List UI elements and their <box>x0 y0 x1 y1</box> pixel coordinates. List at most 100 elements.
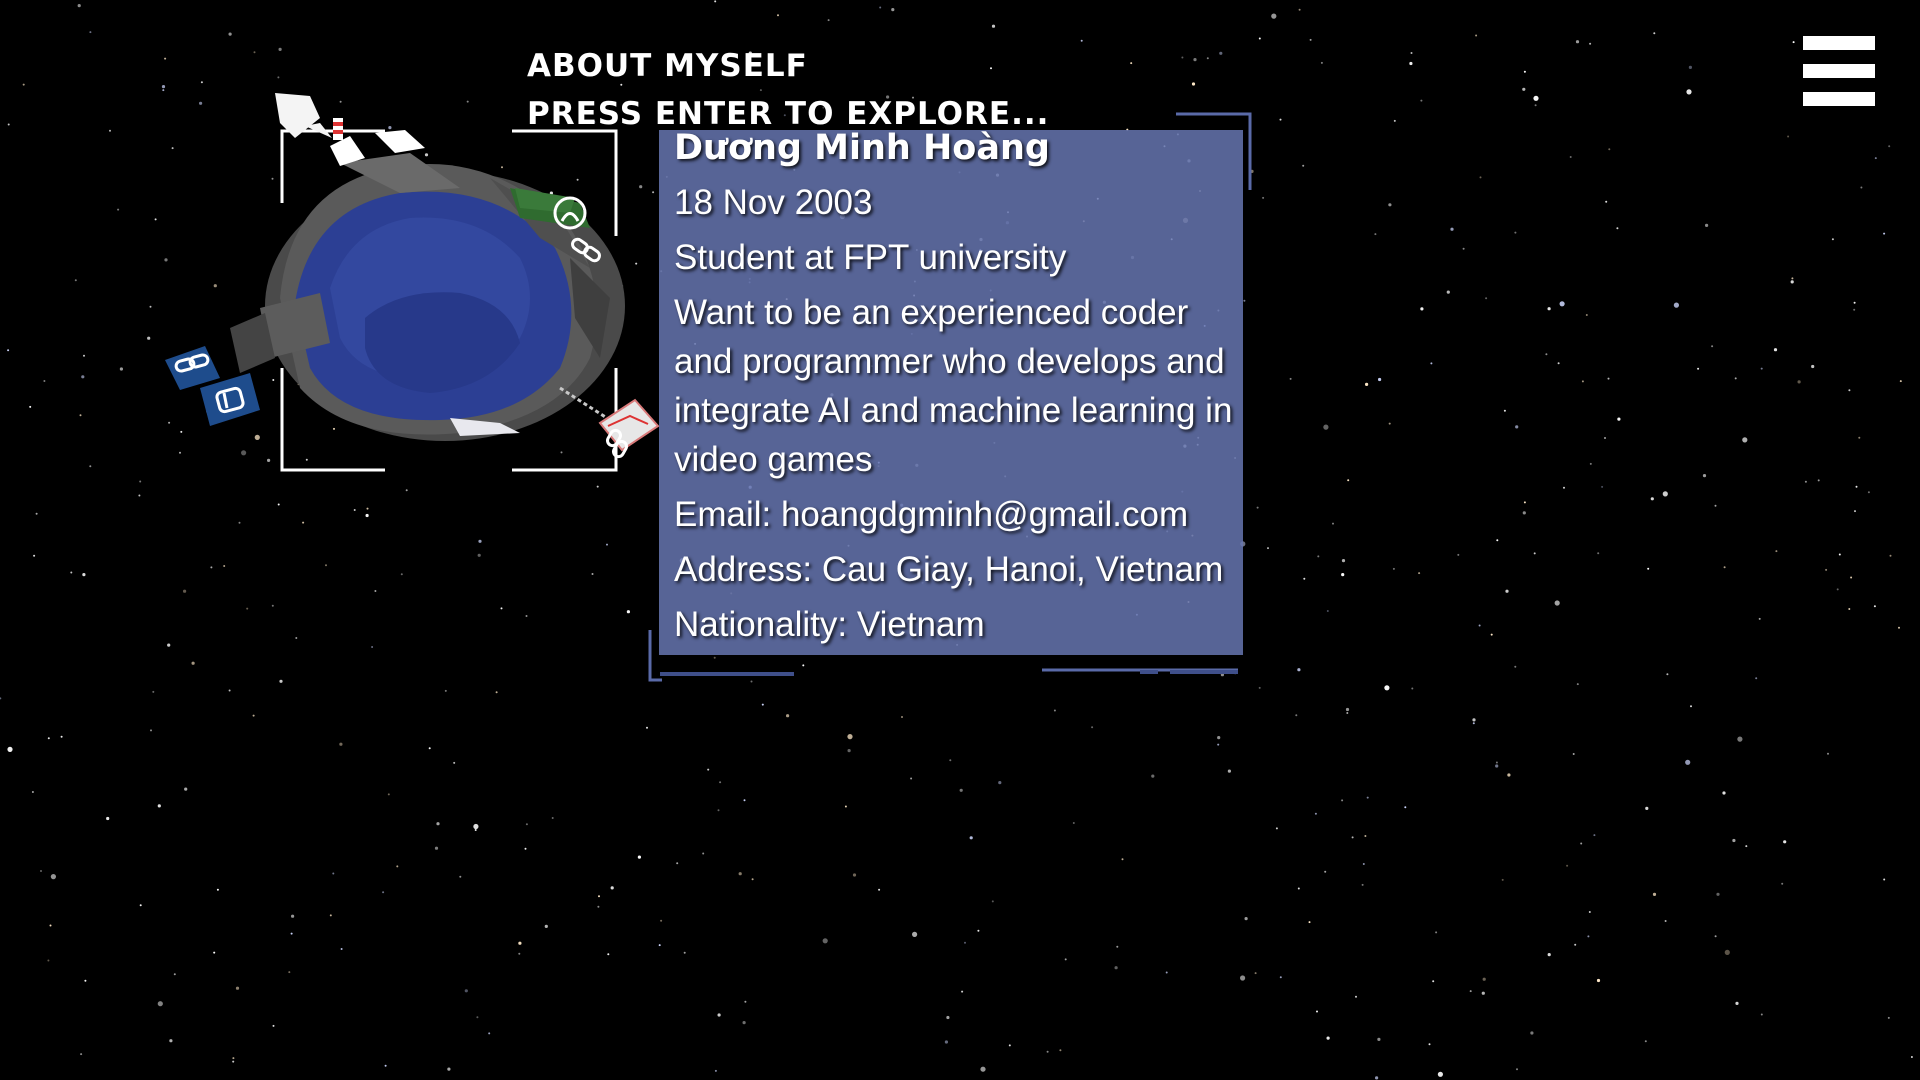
star <box>544 924 548 929</box>
star <box>1533 552 1536 555</box>
star <box>847 749 851 753</box>
link-icon[interactable] <box>165 346 220 390</box>
star <box>949 759 952 762</box>
star <box>944 1040 949 1044</box>
star <box>138 494 141 497</box>
star <box>1742 437 1748 443</box>
planet-scene[interactable] <box>160 88 670 488</box>
star <box>1374 233 1377 236</box>
star <box>477 553 481 557</box>
star <box>1601 485 1604 488</box>
star <box>1314 812 1317 815</box>
star <box>1256 506 1259 509</box>
star <box>1666 673 1669 676</box>
star <box>525 615 528 617</box>
star <box>1705 223 1709 227</box>
star <box>382 891 385 894</box>
star <box>49 924 52 927</box>
star <box>396 865 399 868</box>
star <box>1587 935 1590 938</box>
star <box>676 862 679 865</box>
star <box>478 539 482 543</box>
star <box>184 787 188 791</box>
star <box>1130 62 1133 65</box>
star <box>1341 799 1344 802</box>
star <box>1883 878 1886 881</box>
star <box>1409 61 1413 66</box>
star <box>1724 949 1730 956</box>
star <box>717 1013 721 1017</box>
star <box>852 873 857 877</box>
star <box>891 8 895 12</box>
star <box>1523 501 1526 504</box>
star <box>1853 301 1856 304</box>
star <box>1114 966 1118 970</box>
lighthouse-tower <box>333 118 343 140</box>
star <box>1217 736 1221 740</box>
star <box>1650 497 1654 501</box>
star <box>232 1057 235 1060</box>
star <box>0 697 2 700</box>
profile-name: Dương Minh Hoàng <box>674 128 1050 168</box>
star <box>1554 600 1560 606</box>
star <box>743 799 746 802</box>
star <box>1673 302 1679 308</box>
star <box>1116 945 1119 948</box>
star <box>29 405 32 408</box>
star <box>719 781 722 784</box>
star <box>81 375 85 379</box>
star <box>1585 314 1588 316</box>
star <box>400 573 403 576</box>
star <box>1580 842 1583 845</box>
star <box>518 952 521 955</box>
star <box>232 1060 235 1063</box>
star <box>1437 1071 1443 1077</box>
star <box>1496 539 1499 542</box>
star <box>1797 380 1801 384</box>
star <box>1575 40 1580 44</box>
star <box>246 607 249 610</box>
star <box>1714 935 1717 938</box>
star <box>1181 56 1184 59</box>
star <box>1469 990 1472 993</box>
star <box>365 513 369 518</box>
planet[interactable] <box>230 130 625 441</box>
star <box>216 888 219 891</box>
star <box>991 900 994 903</box>
star <box>22 83 25 86</box>
profile-email[interactable]: Email: hoangdgminh@gmail.com <box>674 490 1235 539</box>
star <box>117 208 120 211</box>
star <box>977 929 980 932</box>
star <box>1482 977 1486 981</box>
star <box>1244 917 1248 921</box>
star <box>173 973 176 976</box>
star <box>1690 705 1692 708</box>
star <box>109 129 111 132</box>
star <box>1064 958 1067 961</box>
star <box>332 872 335 875</box>
star <box>998 781 1002 785</box>
star <box>384 1064 387 1067</box>
star <box>1303 577 1306 580</box>
menu-bar <box>1803 92 1875 106</box>
star <box>290 932 293 935</box>
star <box>1361 883 1364 886</box>
star <box>1254 972 1257 975</box>
star <box>1165 971 1168 974</box>
game-viewport[interactable]: ABOUT MYSELF PRESS ENTER TO EXPLORE... D… <box>0 0 1920 1080</box>
star <box>1341 573 1345 577</box>
star <box>50 874 57 880</box>
hamburger-menu-icon[interactable] <box>1801 36 1877 106</box>
star <box>272 1024 275 1027</box>
star <box>744 1000 747 1003</box>
star <box>910 777 913 780</box>
star <box>154 218 157 221</box>
star <box>150 729 152 732</box>
star <box>1888 145 1891 148</box>
star <box>1059 1049 1062 1052</box>
star <box>1688 65 1692 69</box>
star <box>473 823 479 830</box>
star <box>1616 227 1619 230</box>
star <box>1734 377 1737 380</box>
star <box>1874 157 1877 160</box>
